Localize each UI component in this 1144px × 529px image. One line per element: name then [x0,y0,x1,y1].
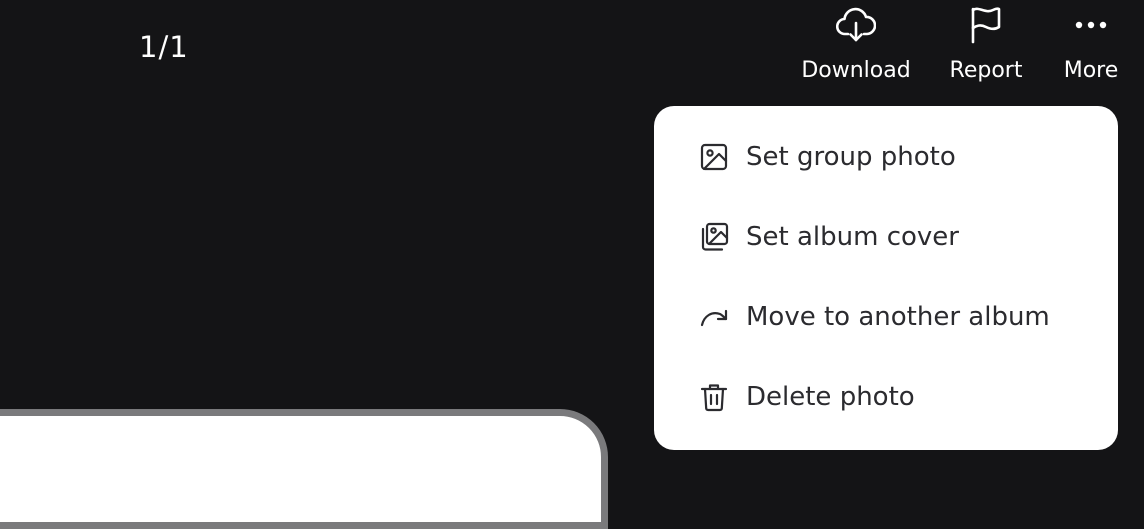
redo-arrow-icon [698,301,730,333]
more-menu: Set group photo Set album cover Move to … [654,106,1118,450]
more-button[interactable]: More [1060,0,1122,100]
menu-item-delete-photo[interactable]: Delete photo [654,357,1118,437]
download-label: Download [801,58,911,83]
bottom-sheet-panel [0,409,608,529]
photo-counter: 1/1 [139,30,189,64]
menu-item-label: Set group photo [746,142,956,172]
menu-item-label: Set album cover [746,222,959,252]
menu-item-label: Move to another album [746,302,1050,332]
more-dots-icon [1074,0,1108,50]
trash-icon [698,381,730,413]
menu-item-set-group-photo[interactable]: Set group photo [654,117,1118,197]
flag-icon [968,0,1004,50]
images-stack-icon [698,221,730,253]
menu-item-set-album-cover[interactable]: Set album cover [654,197,1118,277]
cloud-download-icon [836,0,876,50]
download-button[interactable]: Download [800,0,912,100]
menu-item-move-to-another-album[interactable]: Move to another album [654,277,1118,357]
menu-item-label: Delete photo [746,382,915,412]
report-label: Report [949,58,1023,83]
image-icon [698,141,730,173]
report-button[interactable]: Report [944,0,1028,100]
more-label: More [1063,58,1119,83]
